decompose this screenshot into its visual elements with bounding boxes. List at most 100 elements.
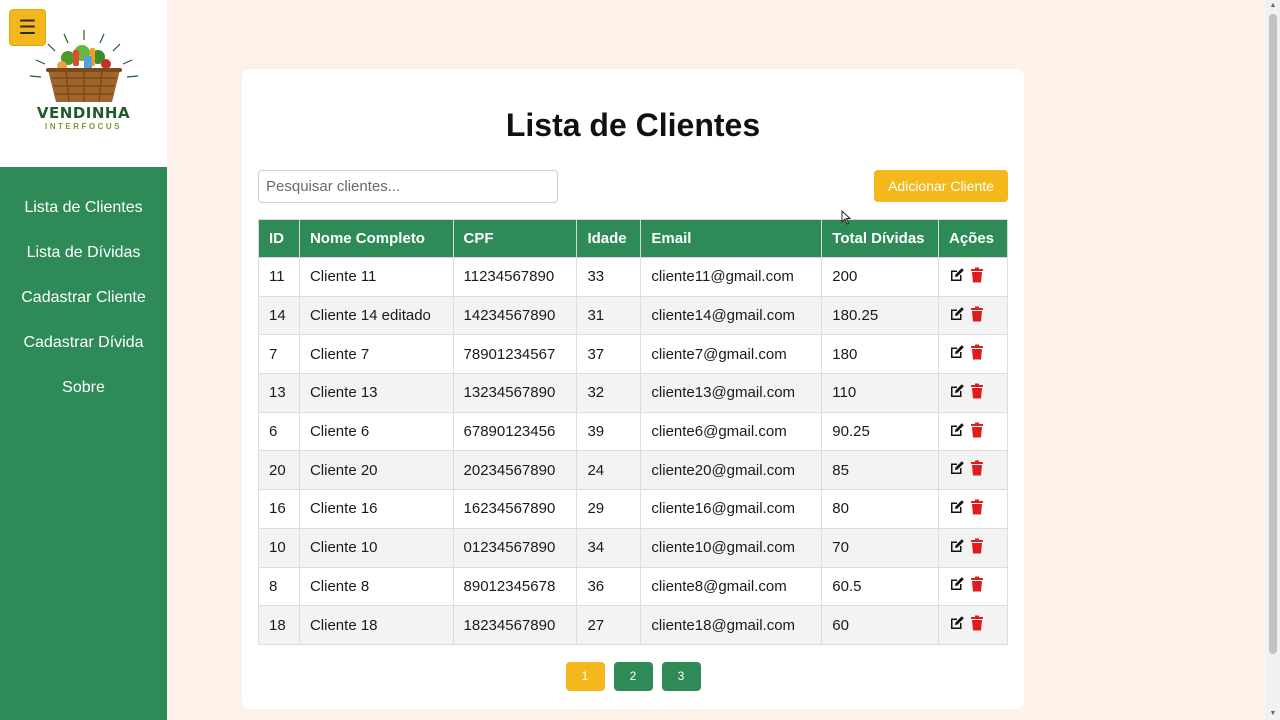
scroll-up-icon[interactable]: ▲ [1269,2,1277,10]
cell-id: 13 [258,373,300,413]
table-row: 18 Cliente 18 18234567890 27 cliente18@gmail… [258,605,1009,645]
cell-total-dividas: 110 [821,373,939,413]
cell-id: 20 [258,450,300,491]
cell-acoes [937,566,1009,607]
page-title: Lista de Clientes [505,107,761,143]
sidebar-item-lista-dividas[interactable]: Lista de Dívidas [0,230,167,275]
cell-idade: 27 [576,605,642,645]
trash-icon[interactable] [970,499,984,519]
cell-nome: Cliente 11 [298,257,454,297]
edit-icon[interactable] [949,306,965,326]
cell-acoes [937,411,1009,452]
edit-icon[interactable] [949,383,965,403]
trash-icon[interactable] [970,267,984,287]
cell-id: 18 [258,605,300,645]
cell-nome: Cliente 6 [298,411,454,452]
cell-email: cliente11@gmail.com [640,257,823,297]
table-row: 20 Cliente 20 20234567890 24 cliente20@gmail… [258,450,1009,491]
cell-acoes [937,334,1009,375]
edit-icon[interactable] [949,460,965,480]
scrollbar-thumb[interactable] [1269,14,1277,654]
cell-acoes [937,373,1009,413]
cell-cpf: 16234567890 [452,489,578,529]
cell-total-dividas: 180 [821,334,939,375]
cell-email: cliente20@gmail.com [640,450,823,491]
edit-icon[interactable] [949,267,965,287]
menu-toggle-button[interactable]: ☰ [9,9,46,46]
trash-icon[interactable] [970,344,984,364]
cell-total-dividas: 60 [821,605,939,645]
cell-id: 7 [258,334,300,375]
header-total-dividas: Total Dívidas [821,219,939,258]
trash-icon[interactable] [970,576,984,596]
cell-nome: Cliente 16 [298,489,454,529]
trash-icon[interactable] [970,422,984,442]
cell-idade: 39 [576,411,642,452]
scroll-down-icon[interactable]: ▼ [1269,710,1277,718]
cell-email: cliente18@gmail.com [640,605,823,645]
cell-idade: 37 [576,334,642,375]
cell-cpf: 20234567890 [452,450,578,491]
sidebar-nav: Lista de Clientes Lista de Dívidas Cadas… [0,185,167,410]
cell-email: cliente8@gmail.com [640,566,823,607]
cell-total-dividas: 200 [821,257,939,297]
clients-table: ID Nome Completo CPF Idade Email Total D… [258,219,1009,645]
sidebar: ☰ VENDINHA INTERFOCUS Lista de Clientes … [0,0,167,720]
cell-cpf: 67890123456 [452,411,578,452]
cell-nome: Cliente 13 [298,373,454,413]
clients-card: Lista de Clientes Adicionar Cliente ID N… [242,69,1024,709]
cell-cpf: 11234567890 [452,257,578,297]
table-row: 16 Cliente 16 16234567890 29 cliente16@gmail… [258,489,1009,529]
cell-id: 14 [258,295,300,336]
page-scrollbar[interactable]: ▲ ▼ [1266,0,1280,720]
table-row: 7 Cliente 7 78901234567 37 cliente7@gmail.co… [258,334,1009,375]
cell-idade: 34 [576,527,642,568]
sidebar-item-cadastrar-cliente[interactable]: Cadastrar Cliente [0,275,167,320]
edit-icon[interactable] [949,499,965,519]
edit-icon[interactable] [949,344,965,364]
cell-email: cliente13@gmail.com [640,373,823,413]
cell-idade: 29 [576,489,642,529]
sidebar-item-sobre[interactable]: Sobre [0,365,167,410]
edit-icon[interactable] [949,615,965,635]
pagination: 1 2 3 [242,662,1024,691]
trash-icon[interactable] [970,538,984,558]
page-button-3[interactable]: 3 [661,662,701,691]
trash-icon[interactable] [970,306,984,326]
cell-email: cliente16@gmail.com [640,489,823,529]
sidebar-logo-area: ☰ VENDINHA INTERFOCUS [0,0,167,167]
cell-id: 6 [258,411,300,452]
cell-nome: Cliente 18 [298,605,454,645]
table-row: 13 Cliente 13 13234567890 32 cliente13@gmail… [258,373,1009,413]
header-email: Email [640,219,823,258]
cell-acoes [937,257,1009,297]
header-cpf: CPF [452,219,578,258]
sidebar-item-cadastrar-divida[interactable]: Cadastrar Dívida [0,320,167,365]
cell-nome: Cliente 14 editado [298,295,454,336]
trash-icon[interactable] [970,615,984,635]
add-client-button[interactable]: Adicionar Cliente [874,170,1008,202]
page-button-1[interactable]: 1 [565,662,605,691]
logo-subtitle: INTERFOCUS [45,122,122,131]
cell-id: 11 [258,257,300,297]
cell-cpf: 01234567890 [452,527,578,568]
header-id: ID [258,219,300,258]
table-header-row: ID Nome Completo CPF Idade Email Total D… [258,219,1009,258]
mouse-cursor-icon [841,210,851,225]
cell-total-dividas: 70 [821,527,939,568]
edit-icon[interactable] [949,538,965,558]
search-input[interactable] [258,170,558,203]
cell-nome: Cliente 7 [298,334,454,375]
edit-icon[interactable] [949,422,965,442]
sidebar-item-lista-clientes[interactable]: Lista de Clientes [0,185,167,230]
page-button-2[interactable]: 2 [613,662,653,691]
cell-idade: 24 [576,450,642,491]
menu-icon: ☰ [18,16,37,39]
trash-icon[interactable] [970,460,984,480]
cell-acoes [937,450,1009,491]
cell-id: 8 [258,566,300,607]
cell-idade: 33 [576,257,642,297]
edit-icon[interactable] [949,576,965,596]
trash-icon[interactable] [970,383,984,403]
cell-total-dividas: 60.5 [821,566,939,607]
